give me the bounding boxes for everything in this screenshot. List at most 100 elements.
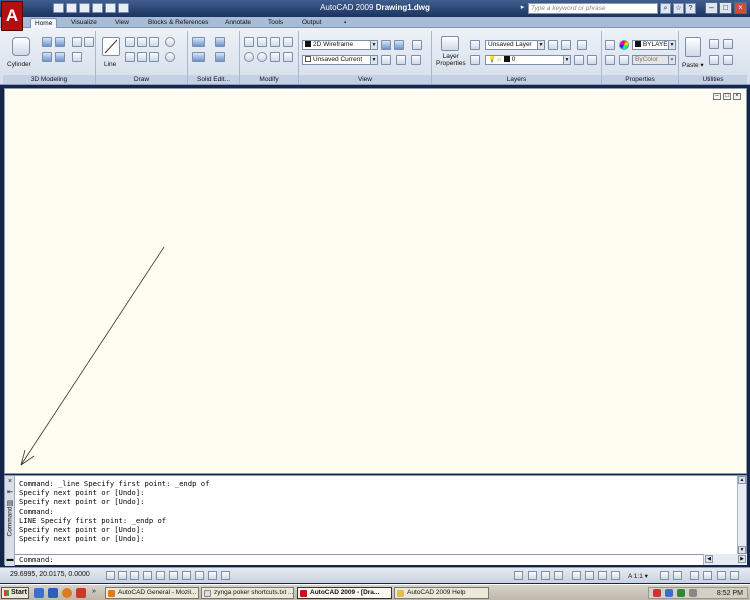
slice-icon[interactable] [215,37,225,47]
move-icon[interactable] [244,37,254,47]
union-icon[interactable] [192,37,205,47]
annotation-scale[interactable]: A 1:1 ▾ [628,572,648,580]
internet-explorer-icon[interactable] [48,588,58,598]
subtract-icon[interactable] [192,52,205,62]
pan-status-icon[interactable] [572,571,581,580]
clean-screen-icon[interactable] [730,571,739,580]
tab-annotate[interactable]: Annotate [221,18,255,28]
coordinate-readout[interactable]: 29.6995, 20.0175, 0.0000 [10,571,90,578]
ribbon-options-icon[interactable]: ▪ [340,18,350,28]
material-icon[interactable] [394,40,404,50]
scroll-down-icon[interactable]: ▼ [738,546,746,554]
3d-rotate-icon[interactable] [257,52,267,62]
copy-icon[interactable] [723,39,733,49]
pan-icon[interactable] [396,55,406,65]
dynamic-ucs-icon[interactable] [182,571,191,580]
tab-view[interactable]: View [111,18,133,28]
search-icon[interactable]: ⌕ [660,3,671,14]
region-icon[interactable] [149,52,159,62]
steering-wheel-icon[interactable] [598,571,607,580]
layer-state-dropdown[interactable]: Unsaved Layer ▼ [485,40,545,50]
circle-icon[interactable] [165,37,175,47]
scroll-left-icon[interactable]: ◀ [705,555,713,563]
tab-home[interactable]: Home [30,18,58,28]
status-bar-menu-icon[interactable] [717,571,726,580]
rotate-icon[interactable] [270,37,280,47]
visual-style-manager-icon[interactable] [381,40,391,50]
volume-icon[interactable] [689,589,697,597]
spline-icon[interactable] [125,52,135,62]
tab-blocks-references[interactable]: Blocks & References [144,18,212,28]
security-icon[interactable] [677,589,685,597]
layer-walk-icon[interactable] [574,55,584,65]
search-input[interactable]: Type a keyword or phrase [528,3,658,14]
snap-mode-icon[interactable] [106,571,115,580]
drawing-canvas[interactable]: – □ × [4,88,747,474]
plot-style-dropdown[interactable]: ByColor ▼ [632,55,676,65]
showmotion-icon[interactable] [611,571,620,580]
application-menu-logo[interactable]: A [1,1,23,31]
drawing-restore-icon[interactable]: □ [723,93,731,100]
task-notepad[interactable]: zynga poker shortcuts.txt ... [201,587,294,599]
rectangle-icon[interactable] [137,37,147,47]
polyline-icon[interactable] [125,37,135,47]
trim-icon[interactable] [270,52,280,62]
model-space-icon[interactable] [514,571,523,580]
fillet-icon[interactable] [283,37,293,47]
layer-isolate-icon[interactable] [561,40,571,50]
show-desktop-icon[interactable] [34,588,44,598]
extrude-icon[interactable] [42,37,52,47]
minimize-button[interactable]: – [705,2,718,14]
color-wheel-icon[interactable] [619,40,629,50]
layout-icon[interactable] [528,571,537,580]
close-button[interactable]: × [734,2,747,14]
communication-center-icon[interactable]: ☆ [673,3,684,14]
object-snap-tracking-icon[interactable] [169,571,178,580]
list-icon[interactable] [605,55,615,65]
cylinder-icon[interactable] [12,37,30,56]
network-icon[interactable] [665,589,673,597]
workspace-switching-icon[interactable] [690,571,699,580]
quick-view-layouts-icon[interactable] [541,571,550,580]
visual-style-dropdown[interactable]: 2D Wireframe ▼ [302,40,378,50]
sweep-icon[interactable] [84,37,94,47]
maximize-button[interactable]: □ [719,2,732,14]
drawn-line[interactable] [20,246,165,466]
named-view-dropdown[interactable]: Unsaved Current ▼ [302,55,378,65]
shell-icon[interactable] [215,52,225,62]
start-button[interactable]: Start [1,587,29,599]
clock[interactable]: 8:52 PM [717,589,743,599]
tray-app-icon[interactable] [653,589,661,597]
helix-icon[interactable] [72,52,82,62]
layer-state-icon[interactable] [470,40,480,50]
grid-display-icon[interactable] [118,571,127,580]
make-current-icon[interactable] [470,55,480,65]
drawing-minimize-icon[interactable]: – [713,93,721,100]
loft-icon[interactable] [55,52,65,62]
quick-launch-app-icon[interactable] [76,588,86,598]
hatch-icon[interactable] [149,37,159,47]
firefox-icon[interactable] [62,588,72,598]
object-snap-icon[interactable] [156,571,165,580]
auto-scale-icon[interactable] [673,571,682,580]
expand-arrow-icon[interactable]: ▸ [517,3,528,14]
lock-icon[interactable] [703,571,712,580]
tab-tools[interactable]: Tools [264,18,287,28]
command-input[interactable]: Command: [15,554,703,565]
command-close-icon[interactable]: × [6,478,14,486]
ortho-mode-icon[interactable] [130,571,139,580]
lineweight-icon[interactable] [208,571,217,580]
regen-icon[interactable] [411,55,421,65]
layer-properties-icon[interactable] [441,36,459,51]
cut-icon[interactable] [709,39,719,49]
scroll-right-icon[interactable]: ▶ [738,555,746,563]
match-properties-icon[interactable] [605,40,615,50]
layer-previous-icon[interactable] [548,40,558,50]
tab-output[interactable]: Output [298,18,326,28]
polar-tracking-icon[interactable] [143,571,152,580]
zoom-status-icon[interactable] [585,571,594,580]
command-horizontal-scrollbar[interactable]: ◀ ▶ [703,554,747,565]
command-grip-icon[interactable]: ▬ [6,556,14,564]
task-autocad[interactable]: AutoCAD 2009 - [Dra... [297,587,392,599]
task-firefox[interactable]: AutoCAD General - Mozil... [105,587,199,599]
